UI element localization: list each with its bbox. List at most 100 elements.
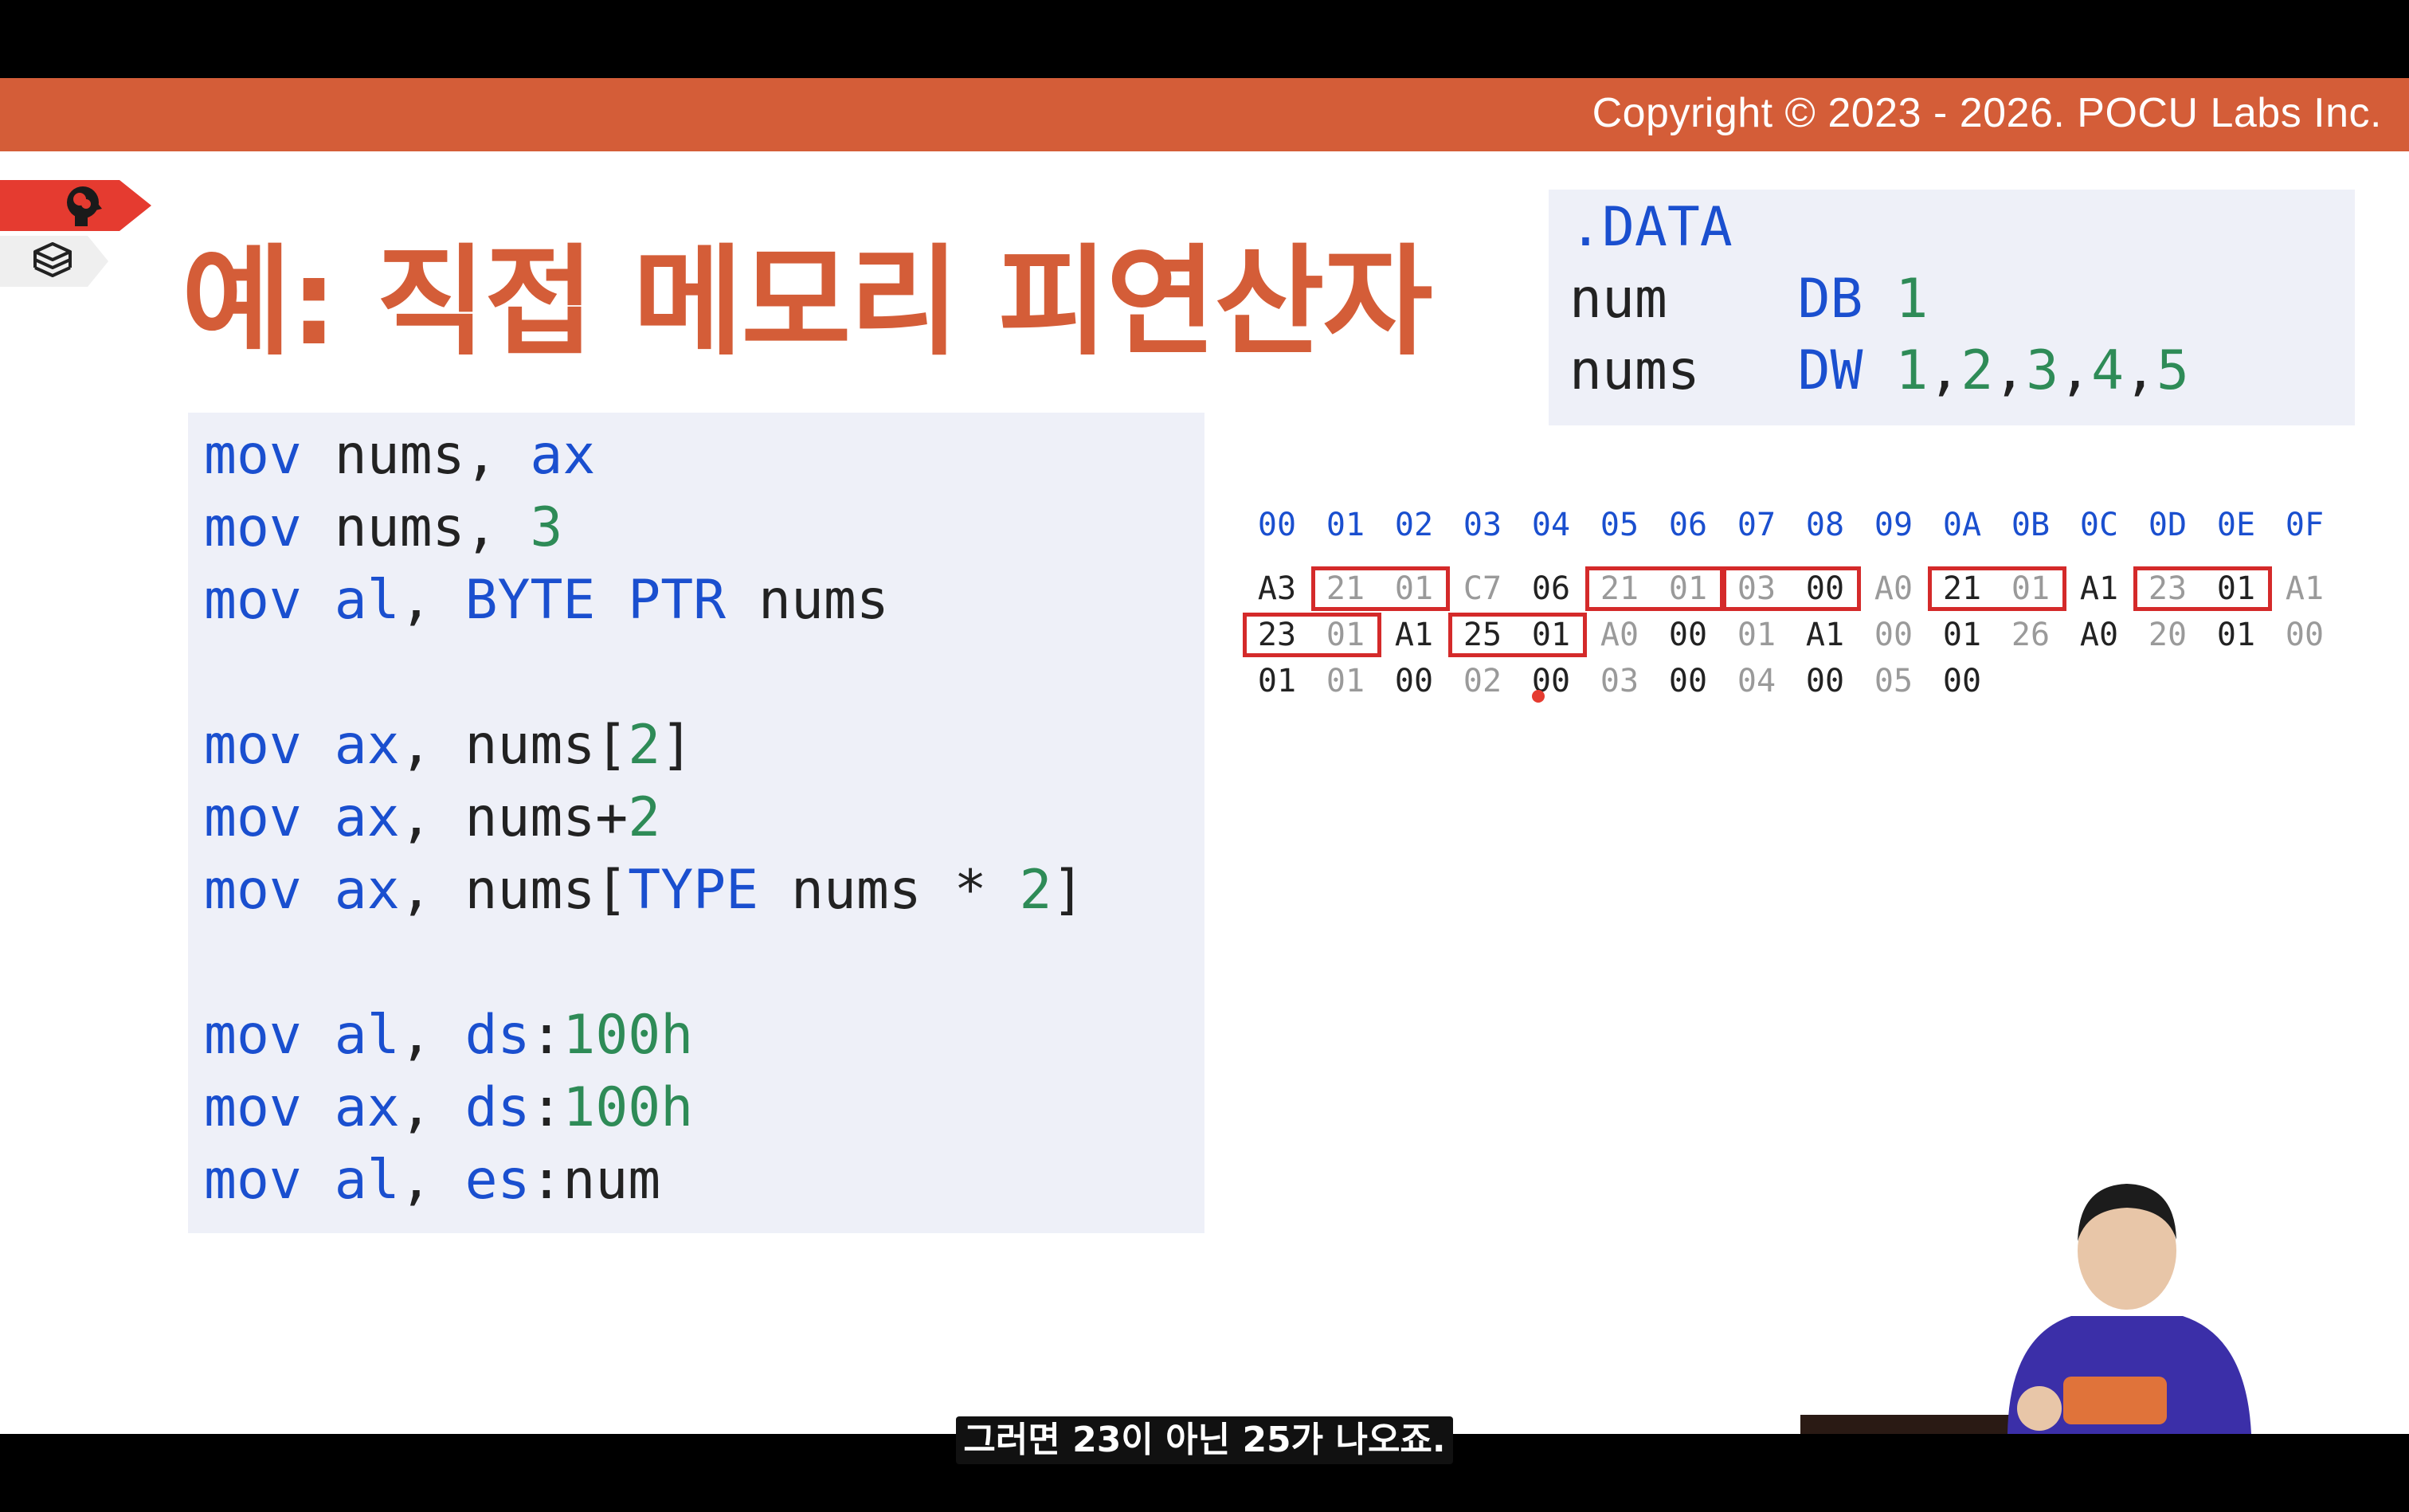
- code-token: , nums[: [399, 859, 629, 922]
- hex-byte: 04: [1737, 663, 1776, 699]
- code-token: mov: [204, 1076, 302, 1139]
- hex-byte: 20: [2148, 617, 2188, 653]
- data-line: nums DW 1,2,3,4,5: [1569, 339, 2189, 403]
- hex-byte: 05: [1874, 663, 1913, 699]
- data-token: 3: [2026, 339, 2059, 402]
- hex-highlight-box: [1722, 566, 1861, 611]
- data-token: ,: [2058, 339, 2092, 402]
- hex-byte: 06: [1531, 570, 1571, 607]
- data-token: nums: [1569, 339, 1798, 402]
- hex-byte: A1: [1394, 617, 1434, 653]
- code-line: mov ax, nums[TYPE nums * 2]: [204, 859, 1084, 922]
- data-token: ,: [1993, 339, 2027, 402]
- hex-byte: A0: [1600, 617, 1639, 653]
- data-token: DW: [1797, 339, 1863, 402]
- data-token: 1: [1895, 268, 1929, 331]
- hex-column-label: 08: [1805, 507, 1845, 543]
- hex-byte: 01: [1326, 663, 1365, 699]
- data-token: DB: [1797, 268, 1863, 331]
- data-token: 5: [2156, 339, 2189, 402]
- data-token: num: [1569, 268, 1798, 331]
- hex-byte: 01: [1942, 617, 1982, 653]
- code-token: 2: [628, 714, 661, 777]
- hex-byte: 00: [2285, 617, 2325, 653]
- hex-column-label: 05: [1600, 507, 1639, 543]
- hex-byte: 01: [1737, 617, 1776, 653]
- code-token: :: [530, 1004, 563, 1067]
- data-token: 4: [2091, 339, 2125, 402]
- hex-byte: A1: [1805, 617, 1845, 653]
- hex-column-label: 0E: [2216, 507, 2256, 543]
- code-token: mov: [204, 1149, 302, 1212]
- code-token: es: [464, 1149, 531, 1212]
- subtitle-caption: 그러면 23이 아닌 25가 나오죠.: [956, 1416, 1453, 1464]
- code-token: mov: [204, 859, 302, 922]
- code-line: mov al, ds:100h: [204, 1004, 693, 1067]
- code-token: mov: [204, 1004, 302, 1067]
- hex-column-label: 0C: [2079, 507, 2119, 543]
- code-line: mov nums, 3: [204, 496, 562, 560]
- code-token: ax: [334, 786, 400, 849]
- hex-byte: 02: [1463, 663, 1502, 699]
- slide-title: 예: 직접 메모리 피연산자: [182, 233, 1433, 372]
- hex-column-label: 09: [1874, 507, 1913, 543]
- code-token: , nums+: [399, 786, 629, 849]
- hex-byte: 00: [1942, 663, 1982, 699]
- hex-byte: 00: [1668, 663, 1708, 699]
- code-token: al: [334, 1149, 400, 1212]
- section-tab-arrow: [88, 236, 108, 287]
- hex-column-label: 07: [1737, 507, 1776, 543]
- code-token: al: [334, 569, 400, 632]
- data-token: [1863, 268, 1895, 331]
- code-token: nums,: [301, 424, 531, 487]
- code-block: mov nums, ax mov nums, 3 mov al, BYTE PTR …: [188, 413, 1204, 1233]
- code-token: BYTE PTR: [464, 569, 727, 632]
- pointer-dot: [1532, 690, 1545, 703]
- data-token: 2: [1960, 339, 1994, 402]
- data-token: [1863, 339, 1895, 402]
- code-line: mov ax, ds:100h: [204, 1076, 693, 1140]
- code-line: mov ax, nums+2: [204, 786, 660, 850]
- code-line: mov ax, nums[2]: [204, 714, 693, 778]
- hex-byte: 01: [2216, 617, 2256, 653]
- data-token: ,: [1928, 339, 1961, 402]
- code-token: nums,: [301, 496, 531, 559]
- code-token: mov: [204, 786, 302, 849]
- hex-column-label: 03: [1463, 507, 1502, 543]
- hex-highlight-box: [1928, 566, 2066, 611]
- code-token: ,: [399, 569, 465, 632]
- code-token: al: [334, 1004, 400, 1067]
- code-token: nums *: [758, 859, 1020, 922]
- code-token: ,: [399, 1004, 465, 1067]
- hex-column-label: 02: [1394, 507, 1434, 543]
- code-token: ]: [660, 714, 694, 777]
- hex-column-label: 06: [1668, 507, 1708, 543]
- data-section-box: .DATA num DB 1 nums DW 1,2,3,4,5: [1549, 190, 2355, 425]
- data-token: 1: [1895, 339, 1929, 402]
- code-token: ax: [530, 424, 596, 487]
- books-icon: [33, 242, 72, 277]
- code-token: ax: [334, 859, 400, 922]
- data-line: .DATA: [1569, 196, 1733, 260]
- data-token: .DATA: [1569, 196, 1733, 259]
- code-token: ,: [399, 1076, 465, 1139]
- code-token: mov: [204, 424, 302, 487]
- code-token: 100h: [562, 1076, 694, 1139]
- hex-column-label: 0F: [2285, 507, 2325, 543]
- code-token: ds: [464, 1004, 531, 1067]
- code-token: mov: [204, 496, 302, 559]
- hex-byte: 03: [1600, 663, 1639, 699]
- code-token: TYPE: [628, 859, 759, 922]
- hex-highlight-box: [1243, 613, 1381, 657]
- code-token: 2: [628, 786, 661, 849]
- hex-byte: C7: [1463, 570, 1502, 607]
- hex-byte: A1: [2285, 570, 2325, 607]
- head-brain-icon: [67, 186, 102, 226]
- hex-highlight-box: [2133, 566, 2272, 611]
- hex-byte: 00: [1805, 663, 1845, 699]
- data-line: num DB 1: [1569, 268, 1928, 331]
